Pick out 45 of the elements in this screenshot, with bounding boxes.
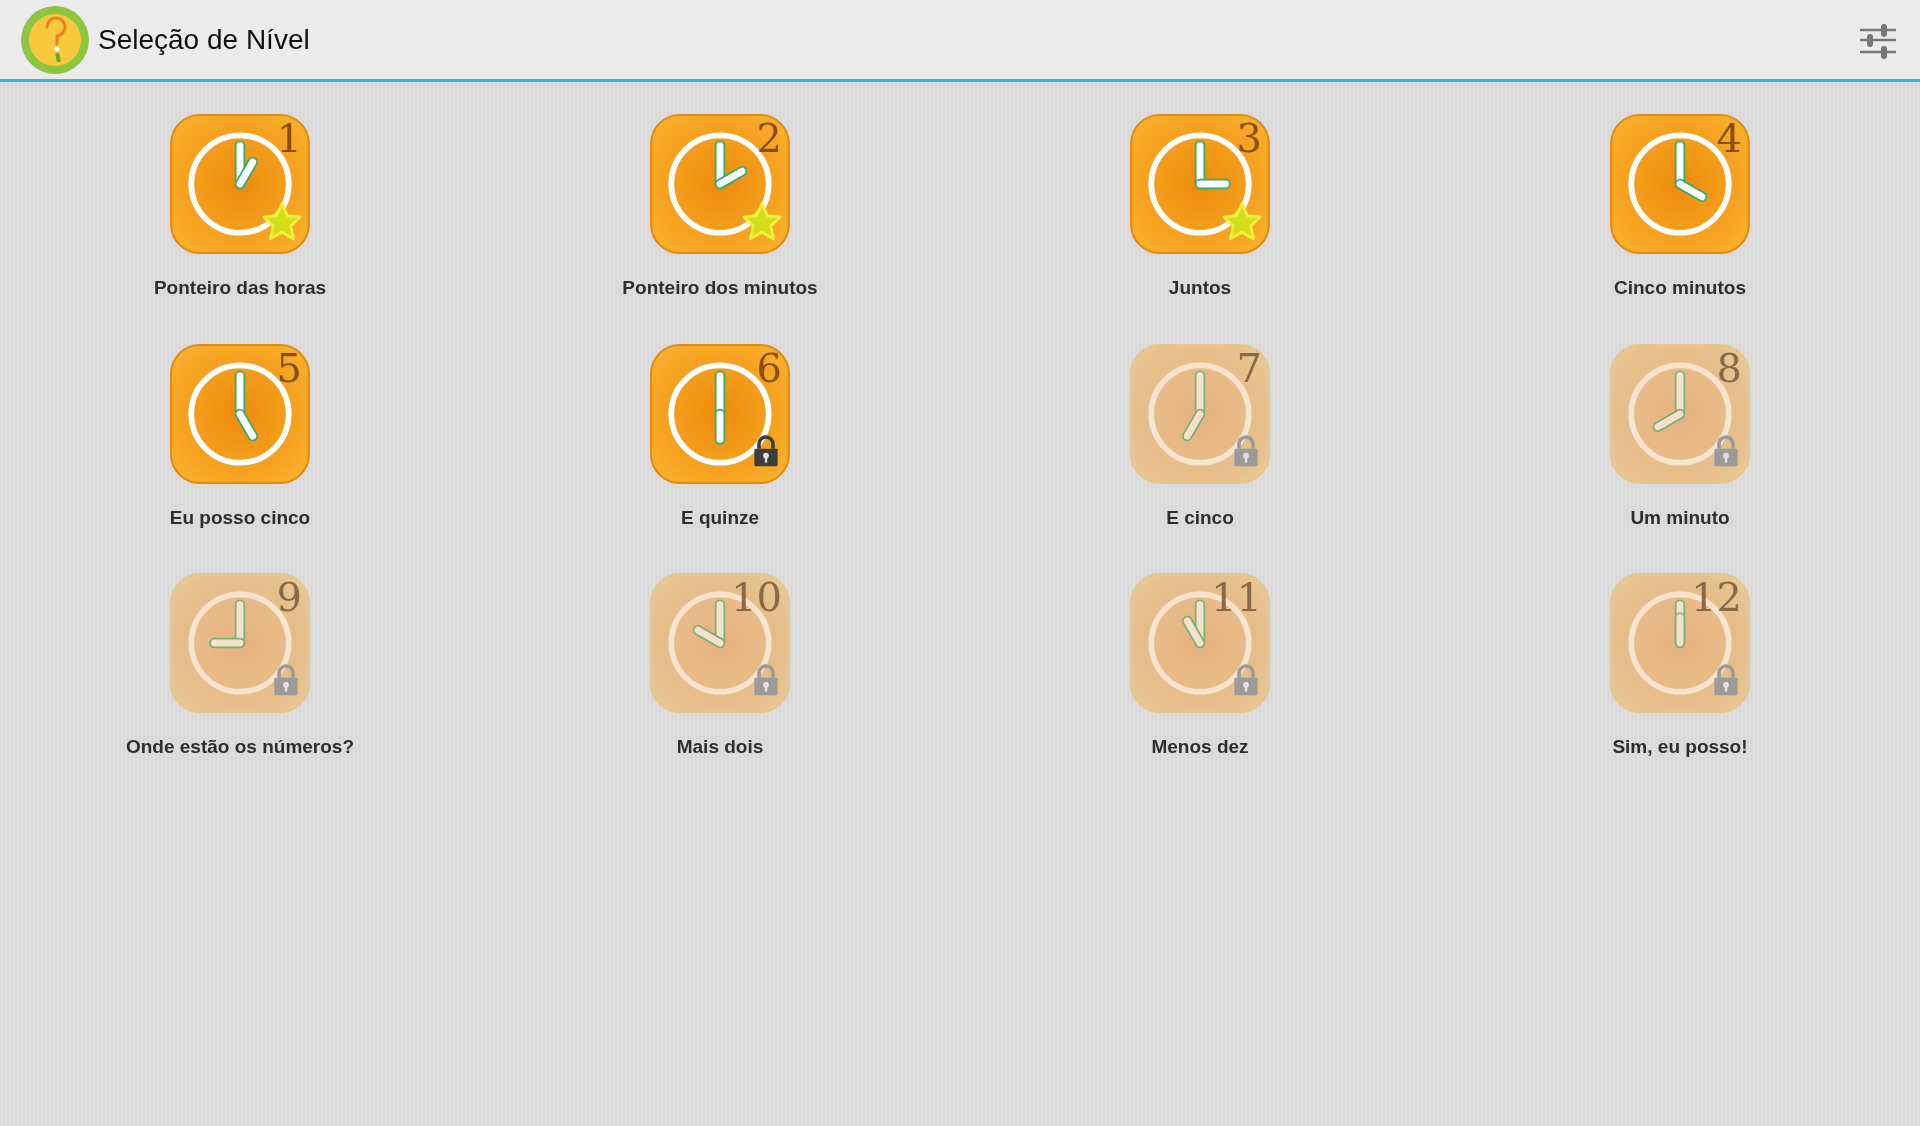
level-title: Mais dois (676, 735, 764, 759)
level-number: 4 (1716, 118, 1742, 158)
level-tile[interactable]: 9 (170, 573, 310, 713)
app-logo-icon[interactable] (20, 4, 90, 75)
level-title: E cinco (1166, 505, 1234, 530)
level-number: 12 (1691, 577, 1742, 617)
level-number: 11 (1211, 577, 1262, 617)
level-tile[interactable]: 10 (650, 573, 790, 713)
level-number: 2 (756, 118, 782, 158)
level-tile[interactable]: 7 (1130, 343, 1270, 484)
level-number: 3 (1236, 118, 1262, 158)
level-title: Ponteiro das horas (153, 276, 327, 300)
padlock-icon (272, 663, 300, 697)
level-title: Onde estão os números? (125, 735, 354, 759)
level-number: 10 (731, 577, 782, 617)
level-number: 5 (276, 347, 302, 388)
level-number: 9 (276, 577, 302, 617)
padlock-icon (1232, 433, 1260, 468)
screen-title: Seleção de Nível (98, 22, 310, 57)
level-tile[interactable]: 3 (1130, 114, 1270, 254)
level-title: Ponteiro dos minutos (622, 276, 818, 300)
level-title: E quinze (680, 505, 760, 530)
level-tile[interactable]: 12 (1610, 573, 1750, 713)
level-number: 7 (1236, 347, 1262, 388)
level-number: 1 (276, 118, 302, 158)
level-tile[interactable]: 4 (1610, 114, 1750, 254)
padlock-icon (752, 663, 780, 697)
level-tile[interactable]: 8 (1610, 343, 1750, 484)
level-title: Menos dez (1151, 735, 1249, 759)
level-tile[interactable]: 1 (170, 114, 310, 254)
level-number: 8 (1716, 347, 1742, 388)
level-title: Sim, eu posso! (1612, 735, 1748, 759)
padlock-icon (1712, 433, 1740, 468)
level-tile[interactable]: 11 (1130, 573, 1270, 713)
level-tile[interactable]: 6 (650, 343, 790, 484)
level-title: Eu posso cinco (169, 505, 311, 530)
level-title: Cinco minutos (1614, 276, 1746, 300)
level-title: Um minuto (1630, 505, 1730, 530)
level-title: Juntos (1168, 276, 1232, 300)
padlock-icon (1712, 663, 1740, 697)
level-tile[interactable]: 2 (650, 114, 790, 254)
level-number: 6 (756, 347, 782, 388)
padlock-icon (1232, 663, 1260, 697)
level-tile[interactable]: 5 (170, 343, 310, 484)
padlock-icon (752, 433, 780, 468)
